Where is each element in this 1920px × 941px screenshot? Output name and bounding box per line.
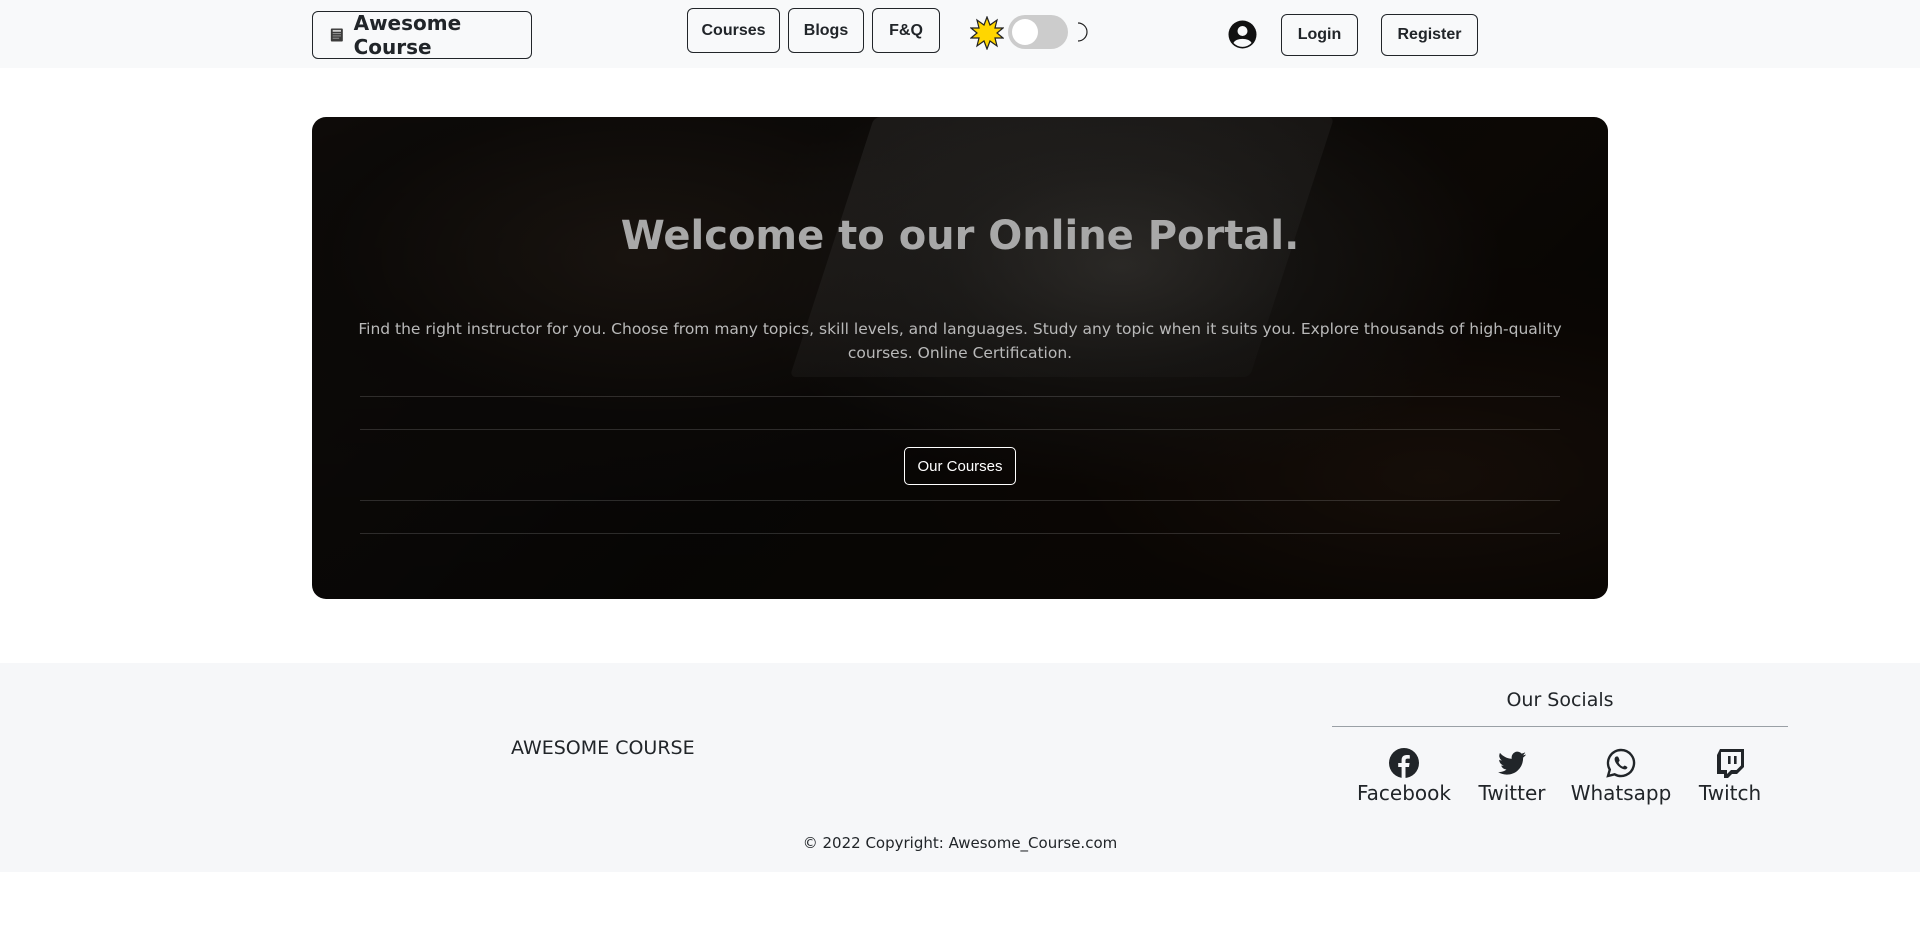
hero-divider (360, 500, 1560, 501)
footer: AWESOME COURSE Our Socials Facebook Twit… (0, 663, 1920, 872)
facebook-icon (1389, 748, 1419, 778)
social-label-facebook: Facebook (1357, 781, 1451, 805)
user-circle-icon[interactable] (1228, 20, 1257, 49)
theme-switch[interactable] (1008, 15, 1068, 49)
social-link-twitch[interactable]: Twitch (1690, 747, 1770, 805)
hero-divider (360, 533, 1560, 534)
top-navbar: Awesome Course Courses Blogs F&Q Login R… (0, 0, 1920, 68)
social-label-twitter: Twitter (1478, 781, 1546, 805)
nav-faq-button[interactable]: F&Q (872, 8, 940, 53)
copyright-text: © 2022 Copyright: Awesome_Course.com (802, 834, 1118, 852)
sun-icon (970, 16, 1004, 50)
social-label-twitch: Twitch (1698, 781, 1762, 805)
hero-description: Find the right instructor for you. Choos… (358, 320, 1562, 362)
nav-blogs-button[interactable]: Blogs (788, 8, 864, 53)
hero-banner: Welcome to our Online Portal. Find the r… (312, 117, 1608, 599)
our-courses-button[interactable]: Our Courses (904, 447, 1016, 485)
socials-divider (1332, 726, 1788, 727)
footer-brand-name: AWESOME COURSE (511, 737, 695, 759)
brand-button[interactable]: Awesome Course (312, 11, 532, 59)
nav-courses-button[interactable]: Courses (687, 8, 780, 53)
whatsapp-icon (1606, 748, 1636, 778)
social-link-facebook[interactable]: Facebook (1356, 747, 1452, 805)
socials-title: Our Socials (1506, 689, 1614, 711)
social-link-whatsapp[interactable]: Whatsapp (1568, 747, 1674, 805)
hero-divider (360, 429, 1560, 430)
social-label-whatsapp: Whatsapp (1570, 781, 1672, 805)
social-link-twitter[interactable]: Twitter (1470, 747, 1554, 805)
twitch-icon (1717, 749, 1744, 778)
book-icon (330, 28, 343, 42)
register-button[interactable]: Register (1381, 14, 1478, 56)
moon-icon (1077, 22, 1088, 42)
twitter-icon (1498, 751, 1526, 775)
hero-title: Welcome to our Online Portal. (620, 213, 1300, 259)
login-button[interactable]: Login (1281, 14, 1358, 56)
hero-divider (360, 396, 1560, 397)
theme-switch-knob (1012, 19, 1038, 45)
theme-toggle (970, 14, 1088, 50)
brand-label: Awesome Course (353, 11, 462, 59)
